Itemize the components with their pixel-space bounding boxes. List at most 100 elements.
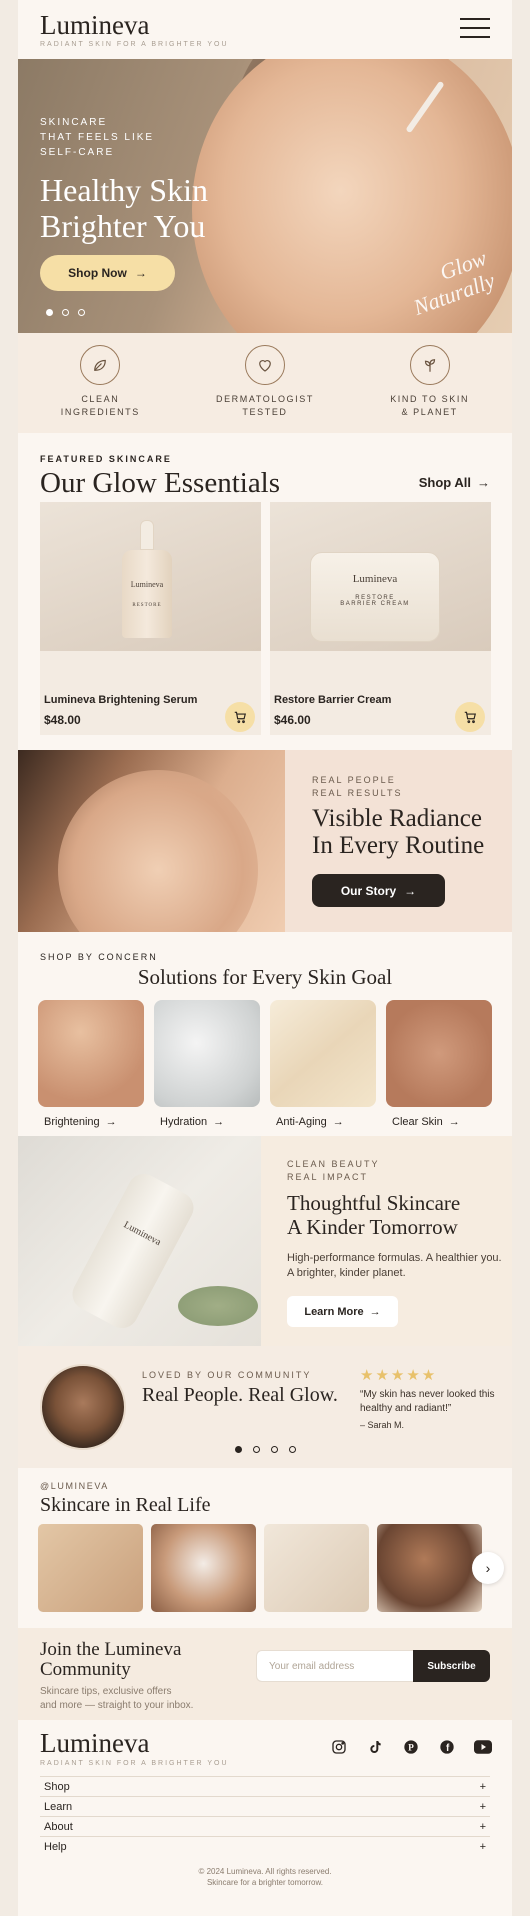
- carousel-dot[interactable]: [253, 1446, 260, 1453]
- footer-logo[interactable]: Lumineva: [40, 1728, 149, 1759]
- radiance-eyebrow: REAL PEOPLE REAL RESULTS: [312, 774, 403, 800]
- title-line: Join the Lumineva: [40, 1639, 182, 1660]
- add-to-cart-button[interactable]: [225, 702, 255, 732]
- concern-image-brightening[interactable]: [38, 1000, 144, 1107]
- our-story-button[interactable]: Our Story →: [312, 874, 445, 907]
- newsletter-title: Join the Lumineva Community: [40, 1640, 181, 1680]
- tiktok-icon[interactable]: [366, 1738, 384, 1756]
- footer-link-help[interactable]: Help +: [40, 1836, 490, 1856]
- radiance-section: REAL PEOPLE REAL RESULTS Visible Radianc…: [18, 750, 512, 932]
- carousel-dot[interactable]: [289, 1446, 296, 1453]
- concern-image-hydration[interactable]: [154, 1000, 260, 1107]
- carousel-next-button[interactable]: ›: [472, 1552, 504, 1584]
- youtube-icon[interactable]: [474, 1738, 492, 1756]
- plus-icon: +: [479, 1800, 486, 1813]
- carousel-dot[interactable]: [78, 309, 85, 316]
- carousel-dot[interactable]: [62, 309, 69, 316]
- jar-product: BARRIER CREAM: [340, 601, 410, 607]
- feature-line: & PLANET: [401, 407, 458, 417]
- pinterest-icon[interactable]: P: [402, 1738, 420, 1756]
- bottle-product: RESTORE: [132, 603, 162, 608]
- product-name[interactable]: Restore Barrier Cream: [274, 694, 391, 706]
- subtext-line: and more — straight to your inbox.: [40, 1700, 194, 1711]
- concern-label: Hydration: [160, 1116, 208, 1128]
- shop-all-link[interactable]: Shop All →: [419, 475, 490, 490]
- community-title: Real People. Real Glow.: [142, 1384, 338, 1406]
- hamburger-icon[interactable]: [460, 18, 490, 40]
- social-photo[interactable]: [151, 1524, 256, 1612]
- testimonial-carousel-dots: [235, 1446, 296, 1453]
- carousel-dot[interactable]: [46, 309, 53, 316]
- carousel-dot[interactable]: [235, 1446, 242, 1453]
- bottle-brand: Lumineva: [130, 580, 164, 589]
- hero-title-line: Brighter You: [40, 208, 206, 244]
- instagram-handle[interactable]: @LUMINEVA: [40, 1481, 109, 1491]
- footer-link-shop[interactable]: Shop +: [40, 1776, 490, 1796]
- arrow-right-icon: →: [213, 1116, 225, 1128]
- svg-text:P: P: [408, 1743, 414, 1753]
- logo[interactable]: Lumineva: [40, 10, 149, 41]
- concern-link-brightening[interactable]: Brightening →: [44, 1116, 117, 1128]
- eyebrow-line: REAL IMPACT: [287, 1172, 369, 1182]
- title-line: Visible Radiance: [312, 805, 482, 832]
- feature-label: KIND TO SKIN & PLANET: [365, 393, 495, 419]
- social-photo[interactable]: [38, 1524, 143, 1612]
- page: Lumineva RADIANT SKIN FOR A BRIGHTER YOU…: [18, 0, 512, 1916]
- eyebrow-line: CLEAN BEAUTY: [287, 1159, 380, 1169]
- hero-title-line: Healthy Skin: [40, 172, 208, 208]
- clean-body-text: High-performance formulas. A healthier y…: [287, 1252, 502, 1279]
- email-field[interactable]: [256, 1650, 413, 1682]
- hero-eyebrow-line: THAT FEELS LIKE: [40, 132, 155, 143]
- section-eyebrow: FEATURED SKINCARE: [40, 454, 172, 464]
- concern-link-clear-skin[interactable]: Clear Skin →: [392, 1116, 460, 1128]
- leaf-icon: [80, 345, 121, 385]
- clean-title: Thoughtful Skincare A Kinder Tomorrow: [287, 1191, 460, 1239]
- product-image-serum[interactable]: Lumineva RESTORE: [40, 502, 261, 651]
- our-story-label: Our Story: [340, 883, 397, 898]
- serum-bottle: Lumineva RESTORE: [122, 520, 172, 638]
- section-title: Skincare in Real Life: [40, 1494, 211, 1516]
- testimonial-quote: “My skin has never looked this healthy a…: [360, 1388, 500, 1432]
- footer-tagline: RADIANT SKIN FOR A BRIGHTER YOU: [40, 1760, 229, 1767]
- product-image-cream[interactable]: Lumineva RESTORE BARRIER CREAM: [270, 502, 491, 651]
- essentials-section: FEATURED SKINCARE Our Glow Essentials Sh…: [18, 433, 512, 750]
- subtext-line: Skincare tips, exclusive offers: [40, 1686, 172, 1697]
- social-photo[interactable]: [377, 1524, 482, 1612]
- copyright: © 2024 Lumineva. All rights reserved. Sk…: [18, 1866, 512, 1888]
- add-to-cart-button[interactable]: [455, 702, 485, 732]
- instagram-icon[interactable]: [330, 1738, 348, 1756]
- leaf-decoration: [178, 1286, 258, 1326]
- arrow-right-icon: →: [404, 883, 417, 898]
- learn-more-button[interactable]: Learn More →: [287, 1296, 398, 1327]
- star-rating-icon: ★★★★★: [360, 1367, 438, 1384]
- footer-link-label: Shop: [44, 1780, 70, 1793]
- cart-icon: [234, 711, 246, 724]
- hero-carousel-dots: [46, 309, 85, 316]
- concern-link-anti-aging[interactable]: Anti-Aging →: [276, 1116, 344, 1128]
- concern-section: SHOP BY CONCERN Solutions for Every Skin…: [18, 932, 512, 1136]
- concern-link-hydration[interactable]: Hydration →: [160, 1116, 224, 1128]
- footer-link-learn[interactable]: Learn +: [40, 1796, 490, 1816]
- newsletter-section: Join the Lumineva Community Skincare tip…: [18, 1628, 512, 1720]
- feature-clean-ingredients: CLEAN INGREDIENTS: [35, 345, 165, 433]
- hero-eyebrow-line: SELF-CARE: [40, 147, 115, 158]
- concern-image-clear-skin[interactable]: [386, 1000, 492, 1107]
- title-line: Thoughtful Skincare: [287, 1191, 461, 1215]
- feature-line: KIND TO SKIN: [390, 394, 470, 404]
- arrow-right-icon: →: [332, 1116, 344, 1128]
- clean-eyebrow: CLEAN BEAUTY REAL IMPACT: [287, 1158, 380, 1184]
- feature-label: CLEAN INGREDIENTS: [35, 393, 165, 419]
- section-eyebrow: SHOP BY CONCERN: [40, 952, 158, 962]
- shop-now-button[interactable]: Shop Now →: [40, 255, 175, 291]
- site-footer: Lumineva RADIANT SKIN FOR A BRIGHTER YOU…: [18, 1720, 512, 1895]
- product-card[interactable]: Lumineva RESTORE BARRIER CREAM Restore B…: [270, 502, 491, 735]
- cart-icon: [464, 711, 476, 724]
- product-card[interactable]: Lumineva RESTORE Lumineva Brightening Se…: [40, 502, 261, 735]
- footer-link-about[interactable]: About +: [40, 1816, 490, 1836]
- subscribe-button[interactable]: Subscribe: [413, 1650, 490, 1682]
- product-name[interactable]: Lumineva Brightening Serum: [44, 694, 197, 706]
- facebook-icon[interactable]: f: [438, 1738, 456, 1756]
- carousel-dot[interactable]: [271, 1446, 278, 1453]
- concern-image-anti-aging[interactable]: [270, 1000, 376, 1107]
- social-photo[interactable]: [264, 1524, 369, 1612]
